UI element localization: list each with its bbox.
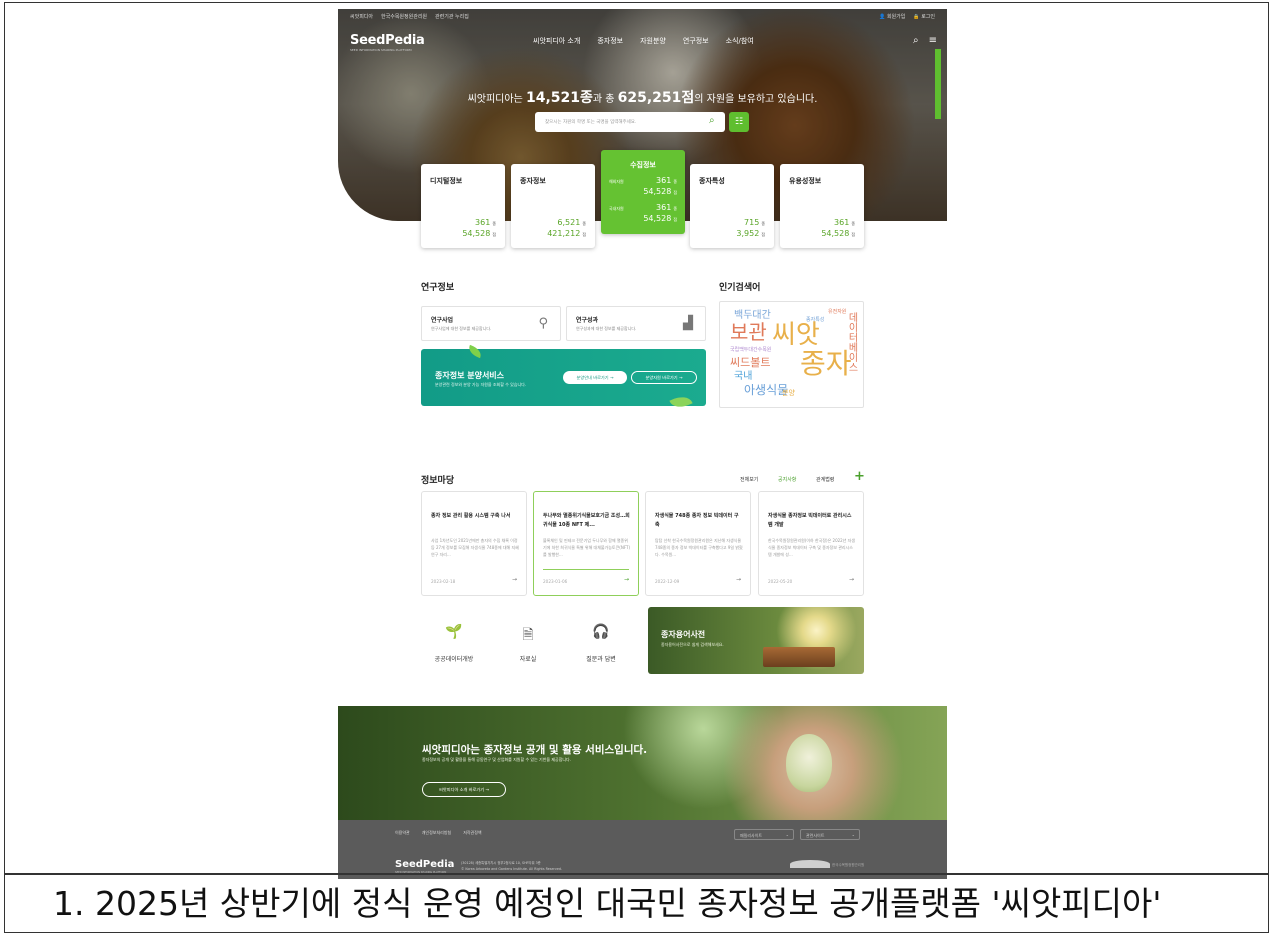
menu-item-distribution[interactable]: 자원분양 [640, 36, 666, 46]
footer-link-terms[interactable]: 이용약관 [395, 830, 410, 836]
screenshot-frame: 씨앗피디아 한국수목원정원관리원 관련기관 누리집 👤 회원가입 🔒 로그인 S… [4, 2, 1269, 879]
seedpedia-homepage: 씨앗피디아 한국수목원정원관리원 관련기관 누리집 👤 회원가입 🔒 로그인 S… [338, 9, 947, 879]
hero-search-input[interactable]: 찾으시는 자원의 학명 또는 국명을 입력해주세요. [535, 112, 725, 132]
search-icon[interactable]: ⌕ [913, 35, 919, 46]
arrow-right-icon: → [511, 576, 517, 583]
document-icon: 🗎 [522, 627, 534, 643]
tab-all[interactable]: 전체보기 [740, 476, 758, 483]
promo-description: 종자정보의 공개 및 활용을 통해 공동연구 및 산업화를 지원할 수 있는 기… [422, 757, 572, 762]
board-post[interactable]: 자생식물 748종 종자 정보 빅데이터 구축 탐탐 선착 한국수목원정원관리원… [645, 491, 751, 596]
popular-keywords-title: 인기검색어 [719, 283, 761, 293]
site-logo[interactable]: SeedPedia [350, 33, 425, 48]
site-footer: 이용약관 개인정보처리방침 저작권정책 패밀리사이트 ⌄ 관련사이트 ⌄ SeedP… [338, 820, 947, 879]
keyword[interactable]: 국립백두대간수목원 [730, 348, 771, 353]
related-site-select[interactable]: 관련사이트 ⌄ [800, 829, 860, 840]
stat-card-seed-info[interactable]: 종자정보 6,521 종 421,212 점 [511, 164, 595, 248]
keyword[interactable]: 국내 [734, 372, 752, 382]
research-result-box[interactable]: 연구성과 연구성과에 대한 정보를 제공합니다. ▟ [566, 306, 706, 341]
hamburger-menu-icon[interactable]: ≡ [929, 35, 937, 46]
utility-bar: 씨앗피디아 한국수목원정원관리원 관련기관 누리집 👤 회원가입 🔒 로그인 [338, 9, 947, 23]
keyword[interactable]: 분양 [782, 390, 795, 397]
chart-icon: ▟ [683, 316, 693, 331]
distribution-guide-button[interactable]: 분양안내 바로가기 → [563, 371, 627, 384]
arrow-right-icon: → [735, 576, 741, 583]
image-caption: 1. 2025년 상반기에 정식 운영 예정인 대국민 종자정보 공개플랫폼 '… [4, 873, 1269, 933]
stat-card-seed-traits[interactable]: 종자특성 715 종 3,952 점 [690, 164, 774, 248]
quick-link-archive[interactable]: 🗎 자료실 [498, 624, 558, 665]
tab-laws[interactable]: 관계법령 [816, 476, 834, 483]
keyword[interactable]: 보관 [730, 322, 767, 342]
organization-logo-icon [790, 860, 830, 868]
seed-dictionary-banner[interactable]: 종자용어사전 종자용어사전으로 쉽게 검색해보세요. [648, 607, 864, 674]
promo-title: 씨앗피디아는 종자정보 공개 및 활용 서비스입니다. [422, 744, 648, 756]
detail-search-button[interactable]: ☷ [729, 112, 749, 132]
footer-link-copyright[interactable]: 저작권정책 [463, 830, 481, 836]
plus-icon[interactable]: + [854, 469, 865, 484]
menu-item-research[interactable]: 연구정보 [683, 36, 709, 46]
util-link-seedpedia[interactable]: 씨앗피디아 [350, 13, 373, 20]
keyword[interactable]: 종자 [800, 350, 852, 378]
board-post[interactable]: 종자 정보 관리 활용 시스템 구축 나서 사업 1차년도인 2021년에만 총… [421, 491, 527, 596]
util-link-kagi[interactable]: 한국수목원정원관리원 [381, 13, 427, 20]
keyword[interactable]: 종자특성 [806, 318, 824, 323]
stat-card-usefulness[interactable]: 유용성정보 361 종 54,528 점 [780, 164, 864, 248]
keyword[interactable]: 씨앗 [772, 322, 820, 348]
book-illustration [763, 647, 835, 667]
stat-card-collection[interactable]: 수집정보 해외자원 361 종 54,528 점 국내자원 361 종 54,528 점 [601, 150, 685, 234]
gnb-menu: 씨앗피디아 소개 종자정보 자원분양 연구정보 소식/참여 [533, 36, 754, 46]
arrow-right-icon: → [623, 576, 629, 583]
item-count: 625,251점 [617, 90, 695, 106]
research-project-icon: ⚲ [538, 316, 548, 331]
site-logo-tagline: SEED INFORMATION SHARING PLATFORM [350, 48, 412, 52]
stat-card-digital[interactable]: 디지털정보 361 종 54,528 점 [421, 164, 505, 248]
footer-link-privacy[interactable]: 개인정보처리방침 [422, 830, 451, 836]
nav-icons: ⌕ ≡ [913, 35, 937, 46]
organization-name: 한국수목원정원관리원 [832, 863, 865, 867]
chevron-down-icon: ⌄ [785, 832, 789, 837]
hero-headline: 씨앗피디아는 14,521종과 총 625,251점의 자원을 보유하고 있습니… [467, 90, 818, 106]
collection-row-domestic: 국내자원 361 종 [609, 203, 677, 212]
distribution-service-banner: 종자정보 분양서비스 분양관련 정보와 분양 가능 자원을 조회할 수 있습니다… [421, 349, 706, 406]
sprout-icon: 🌱 [445, 624, 463, 640]
board-section-title: 정보마당 [421, 476, 455, 486]
footer-address: (30128) 세종특별자치시 정부2청사로 10, SHF타워 3층 © Ko… [461, 861, 562, 871]
lightbulb-tree-illustration [786, 734, 832, 792]
menu-item-seed-info[interactable]: 종자정보 [597, 36, 623, 46]
headset-icon: 🎧 [592, 624, 610, 640]
signup-link[interactable]: 👤 회원가입 [879, 13, 905, 20]
about-promo-banner [338, 706, 947, 820]
search-submit-icon[interactable]: ⌕ [709, 115, 715, 126]
family-site-select[interactable]: 패밀리사이트 ⌄ [734, 829, 794, 840]
quick-link-qna[interactable]: 🎧 질문과 답변 [571, 624, 631, 665]
menu-item-intro[interactable]: 씨앗피디아 소개 [533, 36, 580, 46]
tab-notice[interactable]: 공지사항 [778, 476, 796, 483]
keyword-word-cloud: 백두대간 보관 씨앗 종자 씨드볼트 국내 아생식물 데이터베이스 국립백두대간… [719, 301, 864, 408]
hero-accent-bar [935, 49, 941, 119]
menu-item-news[interactable]: 소식/참여 [726, 36, 754, 46]
util-link-related[interactable]: 관련기관 누리집 [435, 13, 469, 20]
chevron-down-icon: ⌄ [851, 832, 855, 837]
list-icon: ☷ [734, 117, 744, 127]
species-count: 14,521종 [525, 90, 593, 106]
distribution-resource-button[interactable]: 분양자원 바로가기 → [631, 371, 697, 384]
keyword[interactable]: 유전자원 [828, 310, 846, 315]
board-post[interactable]: 두나무와 멸종위기식물보호기금 조성…희귀식물 10종 NFT 제... 블록체… [533, 491, 639, 596]
footer-logo: SeedPedia [395, 859, 455, 870]
quick-link-open-data[interactable]: 🌱 공공데이터개방 [424, 624, 484, 665]
about-link-button[interactable]: 씨앗피디아 소개 바로가기 → [422, 782, 506, 797]
keyword[interactable]: 데이터베이스 [846, 312, 857, 372]
collection-row-overseas: 해외자원 361 종 [609, 176, 677, 185]
research-project-box[interactable]: 연구사업 연구사업에 대한 정보를 제공합니다. ⚲ [421, 306, 561, 341]
research-section-title: 연구정보 [421, 283, 455, 293]
login-link[interactable]: 🔒 로그인 [913, 13, 935, 20]
arrow-right-icon: → [848, 576, 854, 583]
keyword[interactable]: 씨드볼트 [730, 357, 770, 368]
board-post[interactable]: 자생식물 종자정보 빅데이터로 관리시스템 개발 한국수목원정원관리원(이하 한… [758, 491, 864, 596]
main-nav: SeedPedia SEED INFORMATION SHARING PLATF… [338, 29, 947, 53]
